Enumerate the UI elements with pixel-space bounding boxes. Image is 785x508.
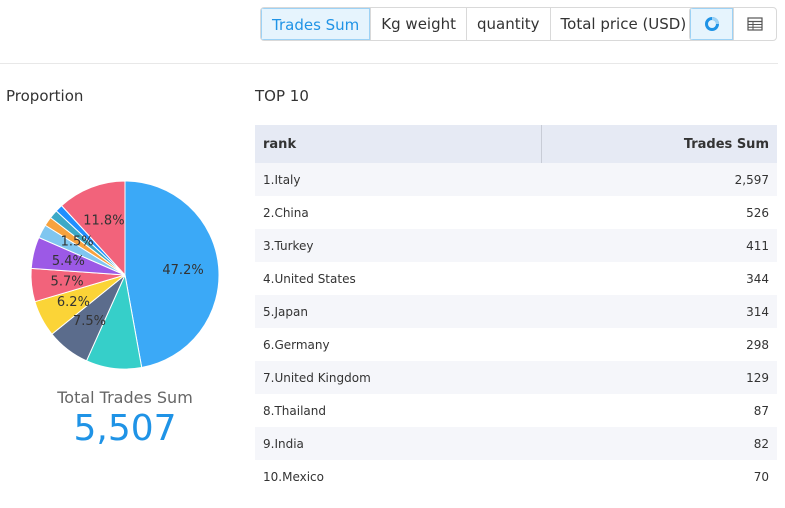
table-row: 3.Turkey 411 [255, 229, 777, 262]
pie-chart: 47.2% 7.5% 6.2% 5.7% 5.4% 1.5% 11.8% [28, 178, 222, 372]
value-cell: 129 [541, 361, 777, 394]
view-toggle [689, 7, 777, 41]
tab-total-price[interactable]: Total price (USD) [549, 8, 697, 40]
pie-slice-label: 11.8% [83, 214, 124, 229]
pie-svg: 47.2% 7.5% 6.2% 5.7% 5.4% 1.5% 11.8% [30, 180, 220, 370]
table-row: 4.United States 344 [255, 262, 777, 295]
table-view-button[interactable] [733, 8, 776, 40]
table-row: 1.Italy 2,597 [255, 163, 777, 196]
total-value: 5,507 [73, 408, 177, 449]
top10-table: rank Trades Sum 1.Italy 2,597 2.China 526 … [255, 125, 777, 493]
rank-cell: 6.Germany [263, 337, 330, 352]
table-row: 5.Japan 314 [255, 295, 777, 328]
pie-view-button[interactable] [690, 8, 733, 40]
pie-slice-label: 5.7% [51, 274, 84, 289]
value-cell: 298 [746, 337, 769, 352]
value-cell: 87 [753, 403, 769, 418]
rank-cell: 1.Italy [255, 163, 542, 196]
tab-kg-weight[interactable]: Kg weight [370, 8, 466, 40]
table-row: 2.China 526 [255, 196, 777, 229]
table-row: 6.Germany 298 [255, 328, 777, 361]
total-label: Total Trades Sum [57, 388, 193, 407]
metric-tabs: Trades Sum Kg weight quantity Total pric… [260, 7, 698, 41]
pie-slice-label: 6.2% [57, 295, 90, 310]
value-cell: 2,597 [541, 163, 777, 196]
rank-column-header[interactable]: rank [255, 125, 543, 163]
value-cell: 70 [753, 469, 769, 484]
pie-slice-label: 47.2% [162, 263, 203, 278]
value-cell: 526 [746, 205, 769, 220]
tab-trades-sum[interactable]: Trades Sum [261, 8, 371, 40]
table-row: 9.India 82 [255, 427, 777, 460]
pie-slice-label: 5.4% [52, 254, 85, 269]
pie-slice-label: 7.5% [73, 314, 106, 329]
value-column-header[interactable]: Trades Sum [541, 125, 777, 163]
rank-cell: 7.United Kingdom [255, 361, 542, 394]
rank-cell: 9.India [255, 427, 542, 460]
value-cell: 314 [541, 295, 777, 328]
rank-cell: 4.United States [263, 271, 356, 286]
table-row: 10.Mexico 70 [255, 460, 777, 493]
value-cell: 344 [746, 271, 769, 286]
value-cell: 411 [541, 229, 777, 262]
header-divider [0, 63, 778, 64]
table-row: 8.Thailand 87 [255, 394, 777, 427]
table-row: 7.United Kingdom 129 [255, 361, 777, 394]
pie-slice-label: 1.5% [61, 235, 94, 250]
rank-cell: 5.Japan [255, 295, 542, 328]
rank-cell: 2.China [263, 205, 309, 220]
rank-cell: 8.Thailand [263, 403, 326, 418]
rank-cell: 10.Mexico [263, 469, 324, 484]
table-header-row: rank Trades Sum [255, 125, 777, 163]
rank-cell: 3.Turkey [255, 229, 542, 262]
proportion-title: Proportion [6, 87, 84, 105]
top10-title: TOP 10 [255, 87, 309, 105]
table-icon [747, 17, 763, 31]
pie-chart-icon [704, 17, 719, 31]
tab-quantity[interactable]: quantity [466, 8, 550, 40]
value-cell: 82 [541, 427, 777, 460]
